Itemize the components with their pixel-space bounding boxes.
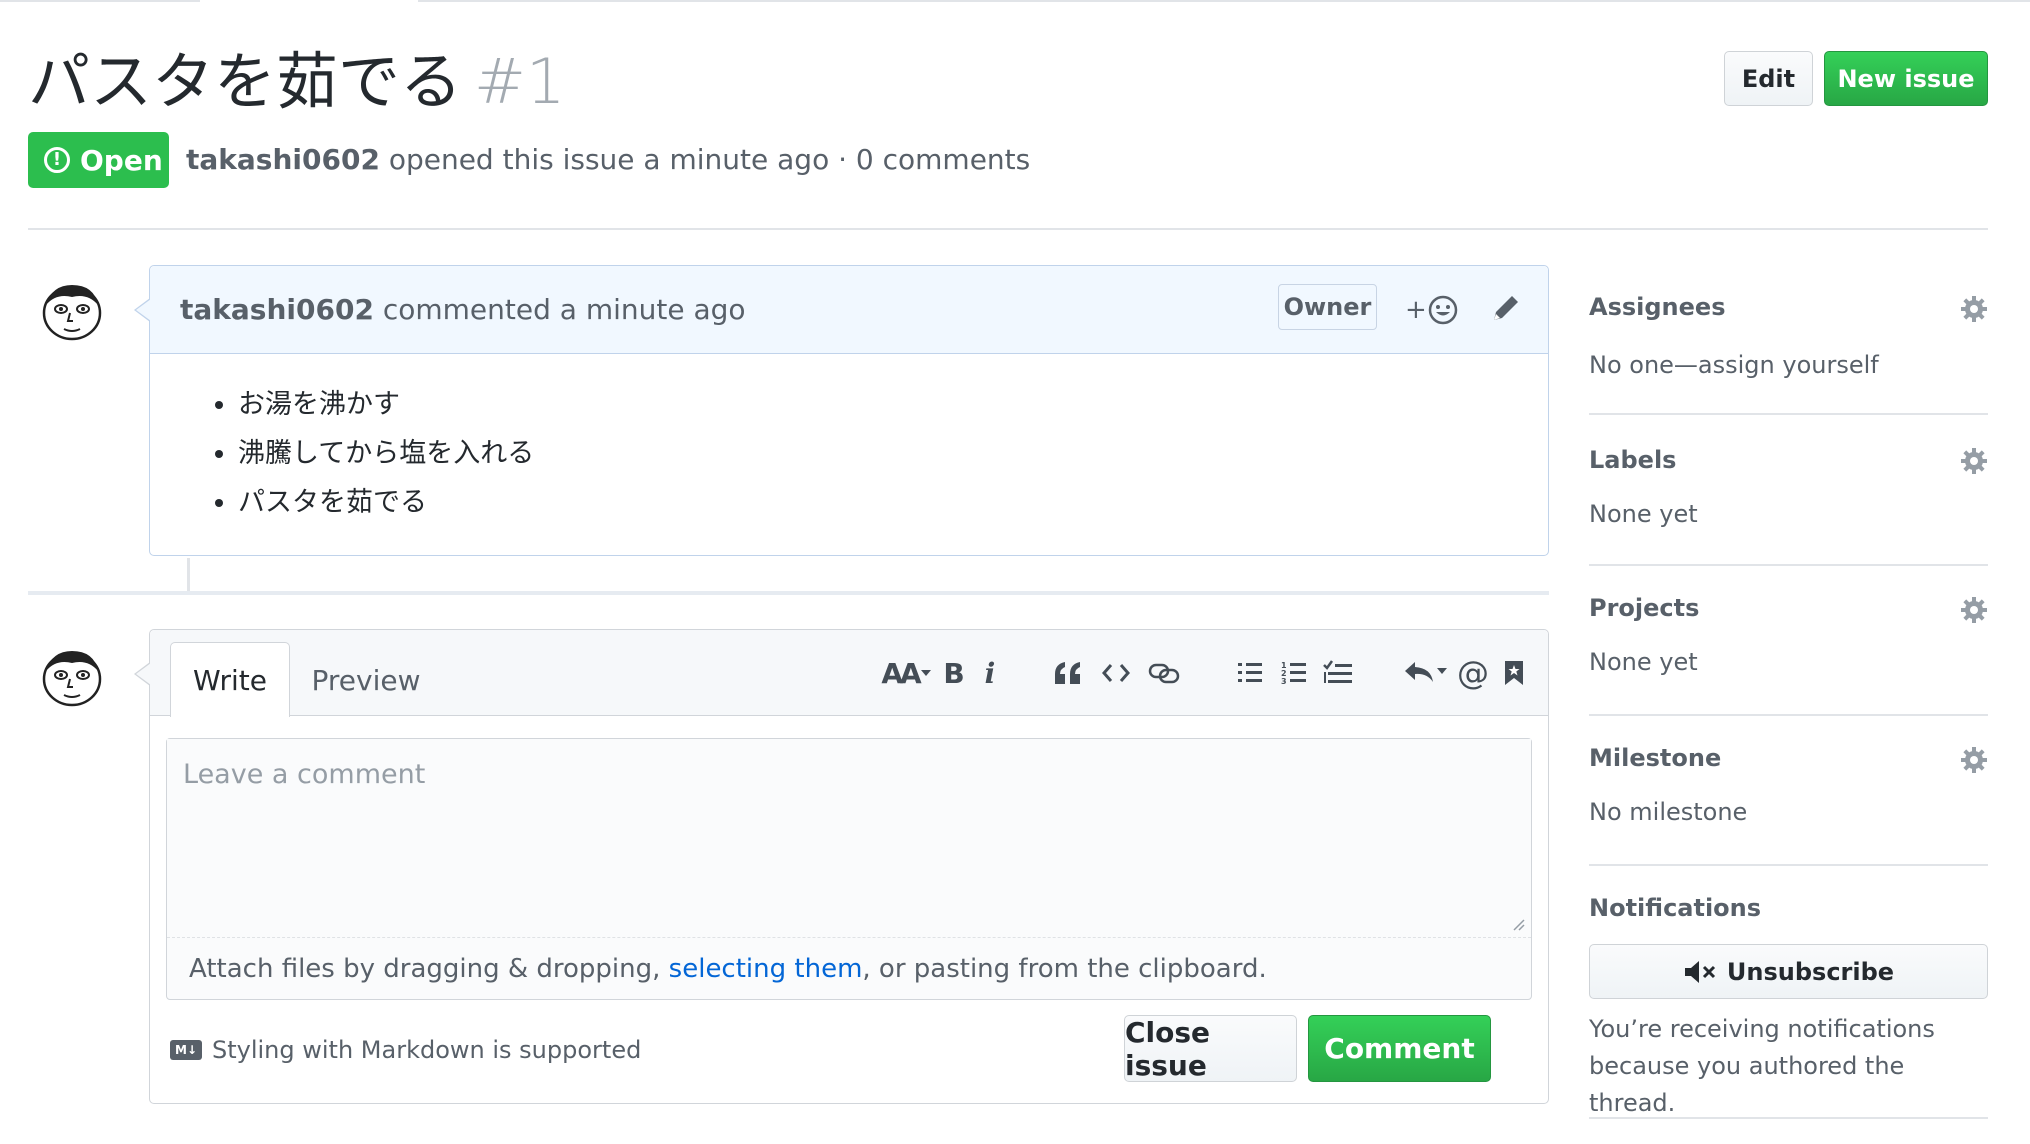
sidebar-projects: Projects None yet: [1589, 566, 1988, 716]
unsubscribe-button[interactable]: Unsubscribe: [1589, 944, 1988, 999]
reply-button[interactable]: [1400, 649, 1452, 697]
labels-value: None yet: [1589, 500, 1698, 528]
quote-button[interactable]: [1044, 649, 1092, 697]
comment-list: お湯を沸かす 沸騰してから塩を入れる パスタを茹でる: [238, 380, 1508, 527]
markdown-toolbar: AA B i 1 2 3 @: [878, 648, 1534, 698]
saved-replies-button[interactable]: [1494, 649, 1534, 697]
ordered-list-button[interactable]: 1 2 3: [1272, 649, 1316, 697]
link-icon: [1148, 663, 1180, 684]
comment-body: お湯を沸かす 沸騰してから塩を入れる パスタを茹でる: [150, 354, 1548, 527]
composer-header: Write Preview AA B i 1 2 3 @: [150, 630, 1548, 718]
link-button[interactable]: [1140, 649, 1188, 697]
heading-text: AA: [881, 656, 921, 690]
code-button[interactable]: [1092, 649, 1140, 697]
mute-icon: [1684, 960, 1715, 983]
markdown-icon: M↓: [170, 1040, 202, 1060]
avatar[interactable]: [38, 641, 106, 709]
issue-meta: takashi0602 opened this issue a minute a…: [186, 140, 1030, 180]
quote-icon: [1055, 662, 1080, 684]
tab-write[interactable]: Write: [170, 642, 290, 717]
unordered-list-icon: [1238, 663, 1262, 682]
timeline-divider: [28, 591, 1549, 595]
assign-yourself-link[interactable]: No one—assign yourself: [1589, 347, 1988, 383]
issue-meta-text: opened this issue a minute ago · 0 comme…: [388, 143, 1031, 176]
gear-icon[interactable]: [1960, 596, 1988, 624]
resize-grip-icon[interactable]: [1509, 915, 1525, 931]
unsubscribe-label: Unsubscribe: [1726, 957, 1895, 986]
comment-composer: Write Preview AA B i 1 2 3 @ Leave a com…: [134, 629, 1549, 1104]
mention-button[interactable]: @: [1452, 649, 1494, 697]
markdown-note-text: Styling with Markdown is supported: [212, 1036, 642, 1064]
caret-down-icon: [920, 670, 931, 676]
avatar-face-icon: [42, 651, 102, 707]
header-divider: [28, 228, 1988, 230]
owner-label: Owner: [1278, 284, 1377, 330]
select-files-link[interactable]: selecting them: [669, 954, 863, 984]
gear-icon[interactable]: [1960, 746, 1988, 774]
sidebar-heading-notifications: Notifications: [1589, 894, 1762, 922]
bold-button[interactable]: B: [936, 649, 972, 697]
comment-author-link[interactable]: takashi0602: [180, 293, 374, 326]
issue-number: #1: [474, 45, 566, 118]
comment-textarea[interactable]: [167, 739, 1531, 937]
comment-header-text: takashi0602 commented a minute ago: [180, 290, 746, 330]
milestone-value: No milestone: [1589, 798, 1748, 826]
comment-button[interactable]: Comment: [1308, 1015, 1491, 1082]
bookmark-icon: [1505, 661, 1523, 685]
close-issue-button[interactable]: Close issue: [1124, 1015, 1297, 1082]
list-item: パスタを茹でる: [238, 478, 1508, 527]
attach-files-bar[interactable]: Attach files by dragging & dropping, sel…: [167, 937, 1531, 999]
timeline-line: [187, 558, 190, 592]
sidebar-labels: Labels None yet: [1589, 415, 1988, 566]
status-label: Open: [80, 143, 163, 177]
attach-prefix: Attach files by dragging & dropping,: [189, 954, 669, 984]
comment-timestamp[interactable]: commented a minute ago: [383, 293, 746, 326]
tab-preview[interactable]: Preview: [296, 642, 436, 718]
notification-reason-line: You’re receiving notifications: [1589, 1015, 1935, 1043]
list-item: お湯を沸かす: [238, 380, 1508, 429]
markdown-note[interactable]: M↓ Styling with Markdown is supported: [170, 1036, 641, 1064]
list-item: 沸騰してから塩を入れる: [238, 429, 1508, 478]
italic-button[interactable]: i: [972, 649, 1008, 697]
svg-text:3: 3: [1281, 677, 1287, 686]
sidebar-assignees: Assignees No one—assign yourself: [1589, 265, 1988, 415]
sidebar-heading-projects[interactable]: Projects: [1589, 590, 1988, 626]
issue-title-text: パスタを茹でる: [28, 45, 463, 118]
code-icon: [1102, 664, 1130, 682]
reply-icon: [1405, 662, 1447, 682]
comment-header: takashi0602 commented a minute ago Owner…: [150, 266, 1548, 354]
sidebar-heading-assignees[interactable]: Assignees: [1589, 289, 1988, 325]
add-reaction-button[interactable]: +: [1405, 290, 1463, 330]
notification-reason-line: because you authored the thread.: [1589, 1052, 1905, 1117]
notification-reason: You’re receiving notifications because y…: [1589, 1011, 1988, 1122]
reaction-plus: +: [1405, 295, 1427, 325]
smiley-icon: [1428, 295, 1458, 325]
task-list-icon: [1323, 660, 1352, 683]
status-badge: ! Open: [28, 132, 169, 188]
new-issue-button[interactable]: New issue: [1824, 51, 1988, 106]
sidebar-heading-milestone[interactable]: Milestone: [1589, 740, 1988, 776]
issue-author-link[interactable]: takashi0602: [186, 143, 380, 176]
heading-button[interactable]: AA: [878, 649, 936, 697]
task-list-button[interactable]: [1316, 649, 1360, 697]
attach-suffix: , or pasting from the clipboard.: [862, 954, 1267, 984]
unordered-list-button[interactable]: [1228, 649, 1272, 697]
sidebar-notifications: Notifications Unsubscribe You’re receivi…: [1589, 866, 1988, 1119]
ordered-list-icon: 1 2 3: [1281, 661, 1306, 686]
top-active-tab-gap: [200, 0, 418, 3]
avatar-face-icon: [42, 285, 102, 341]
gear-icon[interactable]: [1960, 295, 1988, 323]
projects-value: None yet: [1589, 648, 1698, 676]
sidebar-milestone: Milestone No milestone: [1589, 716, 1988, 866]
pencil-icon[interactable]: [1486, 288, 1524, 328]
comment-box: takashi0602 commented a minute ago Owner…: [134, 265, 1549, 556]
sidebar-heading-labels[interactable]: Labels: [1589, 442, 1988, 478]
comment-textarea-wrapper: Attach files by dragging & dropping, sel…: [166, 738, 1532, 1000]
avatar[interactable]: [38, 275, 106, 343]
issue-sidebar: Assignees No one—assign yourself Labels …: [1589, 265, 1988, 1119]
alert-icon: !: [44, 147, 70, 173]
gear-icon[interactable]: [1960, 447, 1988, 475]
edit-button[interactable]: Edit: [1724, 51, 1813, 106]
issue-title: パスタを茹でる #1: [28, 42, 565, 122]
